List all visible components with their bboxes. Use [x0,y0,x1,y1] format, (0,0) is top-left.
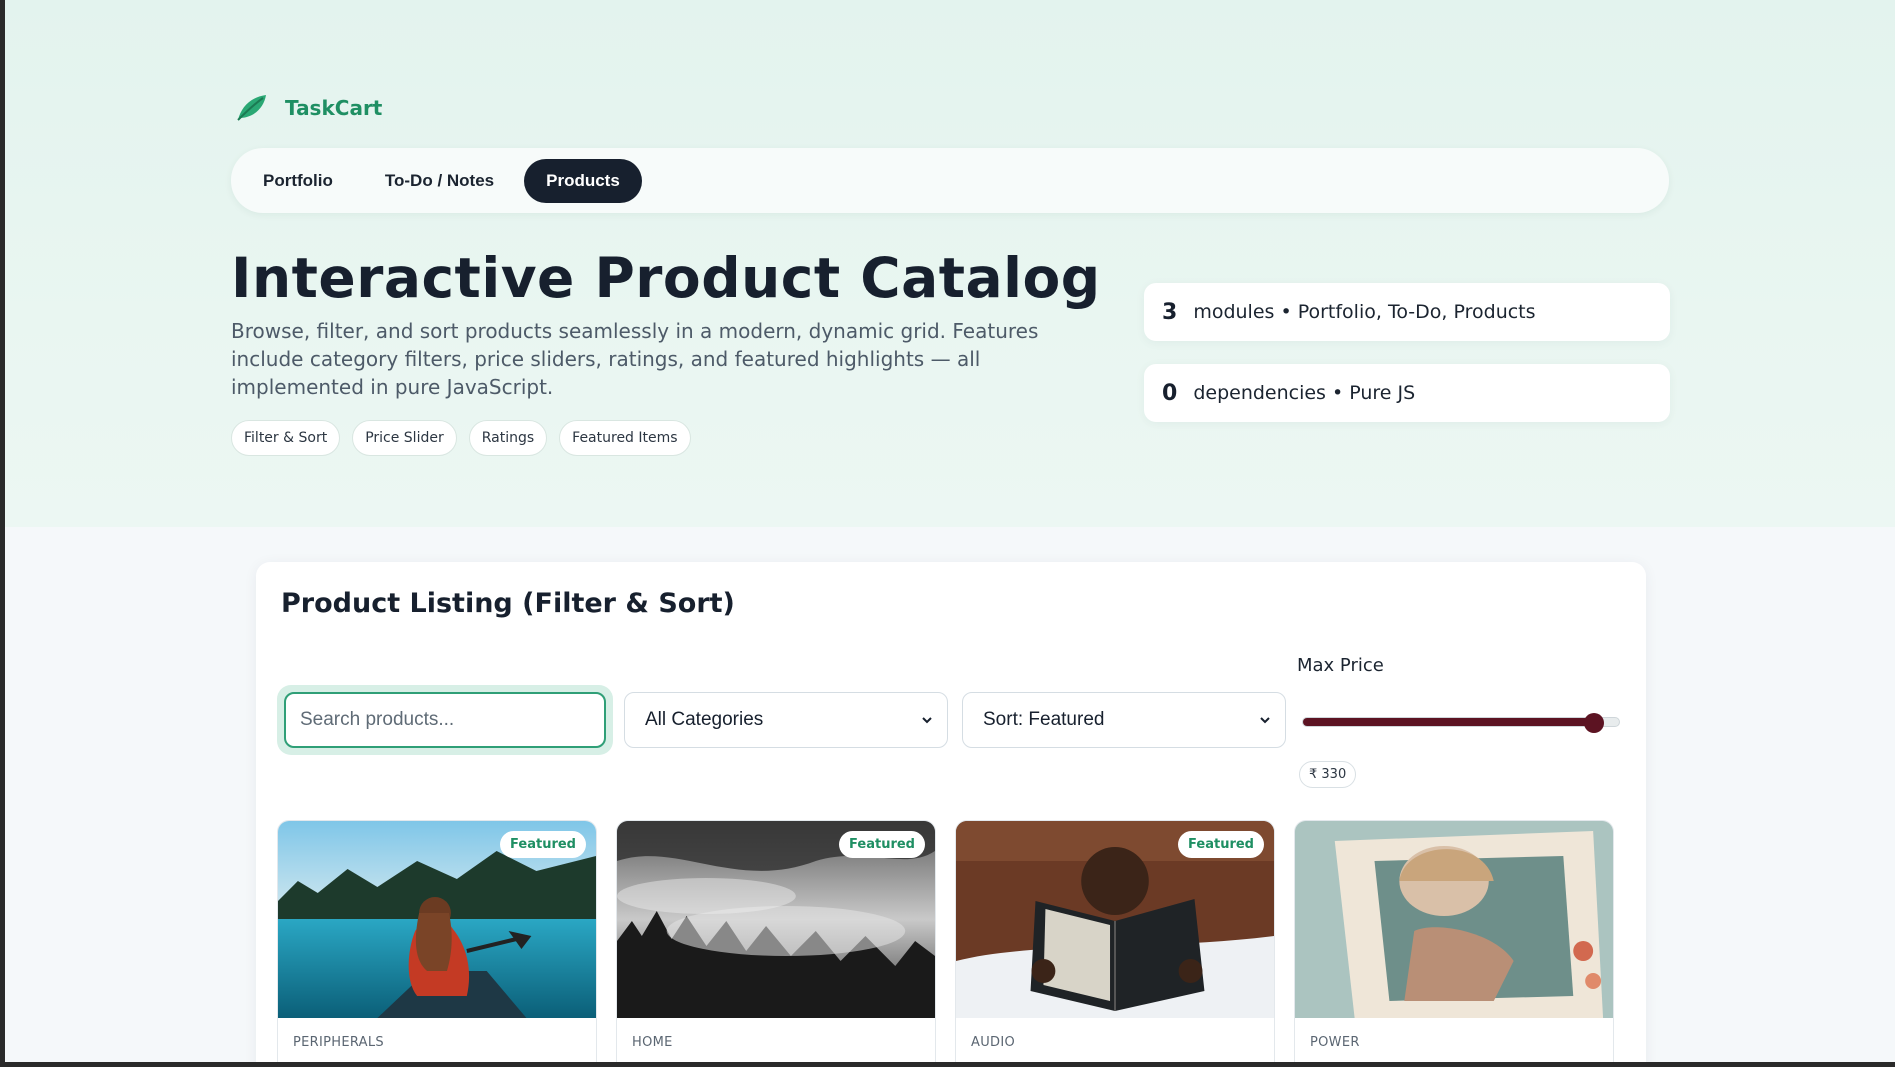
brand-name: TaskCart [285,96,383,120]
search-input[interactable] [284,692,606,748]
stat-number: 0 [1162,380,1178,406]
chip-ratings: Ratings [468,420,548,456]
product-category: AUDIO [971,1035,1015,1050]
brand[interactable]: TaskCart [235,93,382,123]
chip-featured-items: Featured Items [559,420,691,456]
tab-portfolio[interactable]: Portfolio [241,159,355,203]
chip-price-slider: Price Slider [352,420,457,456]
tab-todo-notes[interactable]: To-Do / Notes [363,159,516,203]
main-nav: Portfolio To-Do / Notes Products [231,148,1669,213]
section-title: Product Listing (Filter & Sort) [281,588,735,619]
stat-card-modules: 3 modules • Portfolio, To-Do, Products [1144,283,1670,341]
stat-card-dependencies: 0 dependencies • Pure JS [1144,364,1670,422]
page-title: Interactive Product Catalog [231,246,1101,310]
slider-thumb[interactable] [1583,713,1604,733]
chevron-down-icon [1260,717,1270,724]
stat-label: dependencies • Pure JS [1193,382,1416,404]
featured-badge: Featured [839,831,925,858]
slider-fill [1303,718,1594,726]
category-select-value: All Categories [645,709,764,730]
hero-description: Browse, filter, and sort products seamle… [231,319,1039,399]
stat-number: 3 [1162,299,1178,325]
product-category: HOME [632,1035,673,1050]
product-card[interactable]: POWER [1294,820,1614,1062]
category-select[interactable]: All Categories [624,692,948,748]
search-focus-ring [277,685,613,755]
product-card[interactable]: Featured AUDIO [955,820,1275,1062]
product-listing-panel: Product Listing (Filter & Sort) All Cate… [256,562,1646,1062]
max-price-slider[interactable] [1302,713,1620,733]
max-price-label: Max Price [1297,655,1384,676]
sort-select-value: Sort: Featured [983,709,1105,730]
chip-filter-sort: Filter & Sort [231,420,341,456]
hero-section: TaskCart Portfolio To-Do / Notes Product… [5,0,1895,527]
featured-badge: Featured [500,831,586,858]
product-grid: Featured PERIPHERALS Featured HOME Featu… [277,820,1614,1062]
chevron-down-icon [922,717,932,724]
product-image-vintage-car [1295,821,1613,1018]
browser-viewport: TaskCart Portfolio To-Do / Notes Product… [5,0,1895,1062]
stat-label: modules • Portfolio, To-Do, Products [1193,301,1536,323]
product-card[interactable]: Featured HOME [616,820,936,1062]
feature-chips: Filter & Sort Price Slider Ratings Featu… [231,420,691,456]
product-category: PERIPHERALS [293,1035,384,1050]
product-category: POWER [1310,1035,1360,1050]
product-card[interactable]: Featured PERIPHERALS [277,820,597,1062]
leaf-icon [237,95,266,121]
sort-select[interactable]: Sort: Featured [962,692,1286,748]
max-price-value: ₹ 330 [1299,761,1357,788]
tab-products[interactable]: Products [524,158,642,203]
featured-badge: Featured [1178,831,1264,858]
